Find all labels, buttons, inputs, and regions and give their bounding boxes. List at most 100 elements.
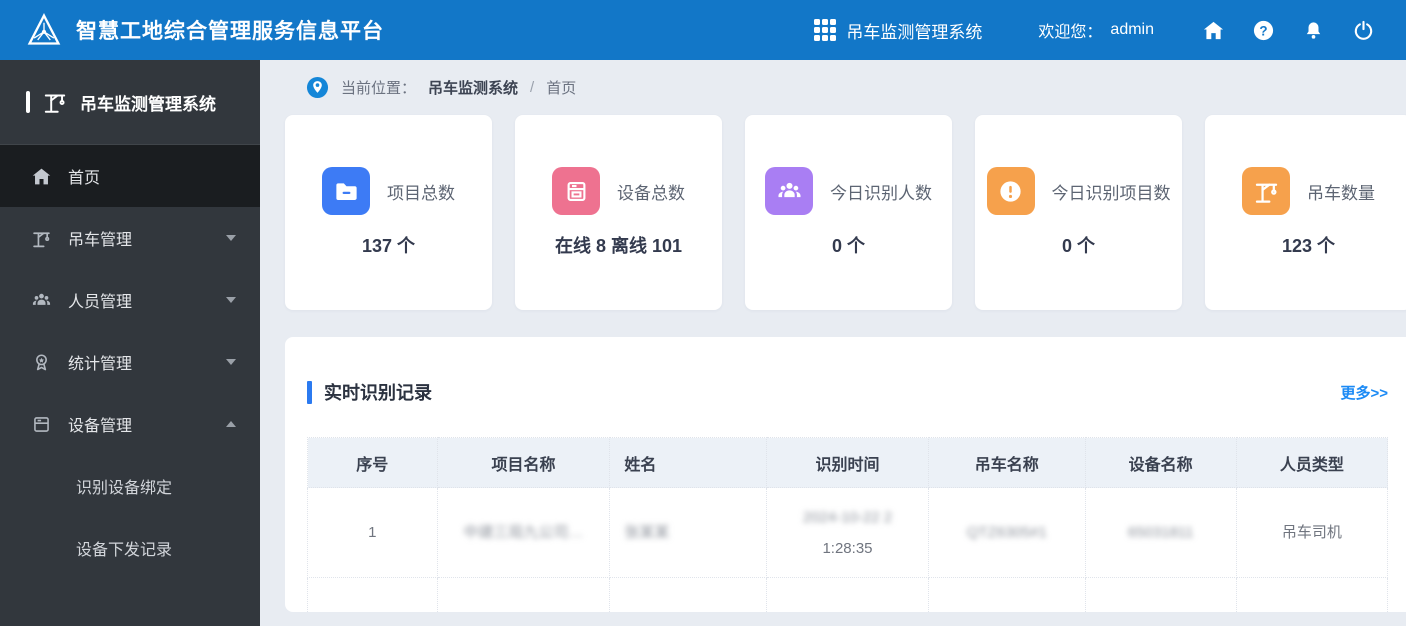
section-accent-bar — [307, 380, 312, 404]
stat-title: 今日识别项目数 — [1051, 183, 1171, 203]
panel-title: 实时识别记录 — [324, 383, 432, 403]
home-icon[interactable] — [1201, 18, 1225, 42]
table-row: 2024-10-22 1 — [307, 577, 1389, 612]
cell-time-date-redacted: 2024-10-22 2 — [802, 508, 893, 526]
cell-name-redacted: 张某某 — [624, 524, 670, 541]
cell-project-redacted: 中建三局九公司… — [463, 524, 584, 541]
title-bar-decoration — [26, 91, 30, 113]
people-icon — [765, 167, 813, 215]
col-header-person-type: 人员类型 — [1235, 437, 1389, 488]
stat-card-devices: 设备总数 在线 8 离线 101 — [515, 115, 722, 310]
stat-value: 123 个 — [1281, 236, 1336, 256]
stat-title: 设备总数 — [617, 183, 685, 203]
stat-card-cranes: 吊车数量 123 个 — [1205, 115, 1406, 310]
col-header-project: 项目名称 — [436, 437, 611, 488]
cell-index — [307, 577, 438, 612]
stat-title: 项目总数 — [387, 183, 455, 203]
sidebar-item-label: 人员管理 — [68, 294, 133, 311]
welcome-label: 欢迎您： — [1038, 24, 1103, 41]
caret-down-icon — [226, 297, 236, 303]
col-header-device: 设备名称 — [1084, 437, 1237, 488]
stat-card-today-people: 今日识别人数 0 个 — [745, 115, 952, 310]
col-header-index: 序号 — [307, 437, 438, 488]
system-switcher[interactable]: 吊车监测管理系统 — [814, 18, 982, 43]
col-header-time: 识别时间 — [765, 437, 929, 488]
cell-index: 1 — [307, 487, 438, 578]
breadcrumb: 当前位置： 吊车监测系统 / 首页 — [260, 60, 1406, 114]
stat-card-today-projects: 今日识别项目数 0 个 — [975, 115, 1182, 310]
cell-crane — [927, 577, 1086, 612]
breadcrumb-prefix: 当前位置： — [341, 79, 417, 97]
welcome-text: 欢迎您： admin — [1038, 18, 1154, 42]
stat-value: 137 个 — [361, 236, 416, 256]
username: admin — [1110, 21, 1154, 38]
sidebar-item-device-management[interactable]: 设备管理 — [0, 393, 260, 455]
sidebar-menu: 首页 吊车管理 人员管理 统计管理 设备管理 识别设备绑定 设备下发记录 — [0, 145, 260, 579]
sidebar-item-statistics-management[interactable]: 统计管理 — [0, 331, 260, 393]
sidebar-title-label: 吊车监测管理系统 — [80, 94, 216, 114]
crane-icon — [30, 227, 52, 249]
current-system-name: 吊车监测管理系统 — [846, 22, 983, 42]
people-icon — [30, 289, 52, 311]
breadcrumb-separator: / — [530, 78, 535, 96]
more-link[interactable]: 更多>> — [1340, 382, 1388, 403]
sidebar-item-label: 统计管理 — [68, 356, 133, 373]
col-header-crane: 吊车名称 — [927, 437, 1086, 488]
sidebar-item-home[interactable]: 首页 — [0, 145, 260, 207]
cell-name — [609, 577, 767, 612]
crane-icon — [42, 89, 68, 115]
cell-project — [436, 577, 611, 612]
records-table: 序号 项目名称 姓名 识别时间 吊车名称 设备名称 人员类型 1 中建三局九公司… — [307, 437, 1389, 612]
cell-crane-redacted: QTZ6305#1 — [966, 524, 1047, 541]
stat-title: 吊车数量 — [1307, 183, 1375, 203]
alert-icon — [986, 167, 1035, 215]
stat-value: 0 个 — [1061, 236, 1095, 256]
sidebar-subitem-device-binding[interactable]: 识别设备绑定 — [0, 455, 260, 517]
breadcrumb-root[interactable]: 吊车监测系统 — [428, 77, 518, 98]
sidebar-item-label: 吊车管理 — [68, 232, 133, 249]
cell-person-type: 吊车司机 — [1235, 487, 1389, 578]
stat-value: 0 个 — [831, 236, 865, 256]
badge-icon — [30, 351, 52, 373]
sidebar-item-crane-management[interactable]: 吊车管理 — [0, 207, 260, 269]
realtime-records-panel: 实时识别记录 更多>> 序号 项目名称 姓名 识别时间 吊车名称 设备名称 人员… — [285, 337, 1406, 612]
help-icon[interactable]: ? — [1251, 18, 1275, 42]
brand: 智慧工地综合管理服务信息平台 — [0, 12, 384, 48]
device-icon — [552, 167, 600, 215]
power-icon[interactable] — [1351, 18, 1375, 42]
app-logo-icon — [26, 12, 62, 48]
svg-text:?: ? — [1259, 23, 1267, 38]
folder-icon — [322, 167, 370, 215]
cell-person-type — [1235, 577, 1389, 612]
table-row: 1 中建三局九公司… 张某某 2024-10-22 2 1:28:35 QTZ6… — [307, 487, 1389, 578]
sidebar-item-label: 设备管理 — [68, 418, 133, 435]
stat-cards: 项目总数 137 个 设备总数 在线 8 离线 101 今日识别人数 0 个 今… — [285, 115, 1406, 310]
caret-up-icon — [226, 421, 236, 427]
sidebar-subitem-label: 设备下发记录 — [76, 542, 173, 559]
top-header: 智慧工地综合管理服务信息平台 吊车监测管理系统 欢迎您： admin ? — [0, 0, 1406, 60]
caret-down-icon — [226, 359, 236, 365]
breadcrumb-current: 首页 — [546, 79, 577, 97]
home-icon — [30, 165, 52, 187]
cell-time-clock: 1:28:35 — [822, 539, 873, 557]
sidebar-subitem-label: 识别设备绑定 — [76, 480, 173, 497]
bell-icon[interactable] — [1301, 18, 1325, 42]
sidebar-subitem-device-dispatch-records[interactable]: 设备下发记录 — [0, 517, 260, 579]
sidebar: 吊车监测管理系统 首页 吊车管理 人员管理 统计管理 设备管理 识别设备绑定 设… — [0, 60, 260, 626]
cell-device — [1084, 577, 1237, 612]
col-header-name: 姓名 — [609, 437, 767, 488]
cell-time: 2024-10-22 2 1:28:35 — [765, 487, 929, 578]
cell-time: 2024-10-22 1 — [765, 577, 929, 612]
app-title: 智慧工地综合管理服务信息平台 — [76, 20, 384, 43]
caret-down-icon — [226, 235, 236, 241]
sidebar-item-personnel-management[interactable]: 人员管理 — [0, 269, 260, 331]
cell-device-redacted: 65031811 — [1127, 524, 1194, 541]
table-header-row: 序号 项目名称 姓名 识别时间 吊车名称 设备名称 人员类型 — [307, 437, 1389, 488]
sidebar-item-label: 首页 — [68, 170, 101, 187]
stat-title: 今日识别人数 — [830, 183, 932, 203]
sidebar-title: 吊车监测管理系统 — [0, 60, 260, 145]
device-icon — [30, 413, 52, 435]
stat-value: 在线 8 离线 101 — [554, 236, 683, 256]
crane-icon — [1242, 167, 1290, 215]
stat-card-projects: 项目总数 137 个 — [285, 115, 492, 310]
